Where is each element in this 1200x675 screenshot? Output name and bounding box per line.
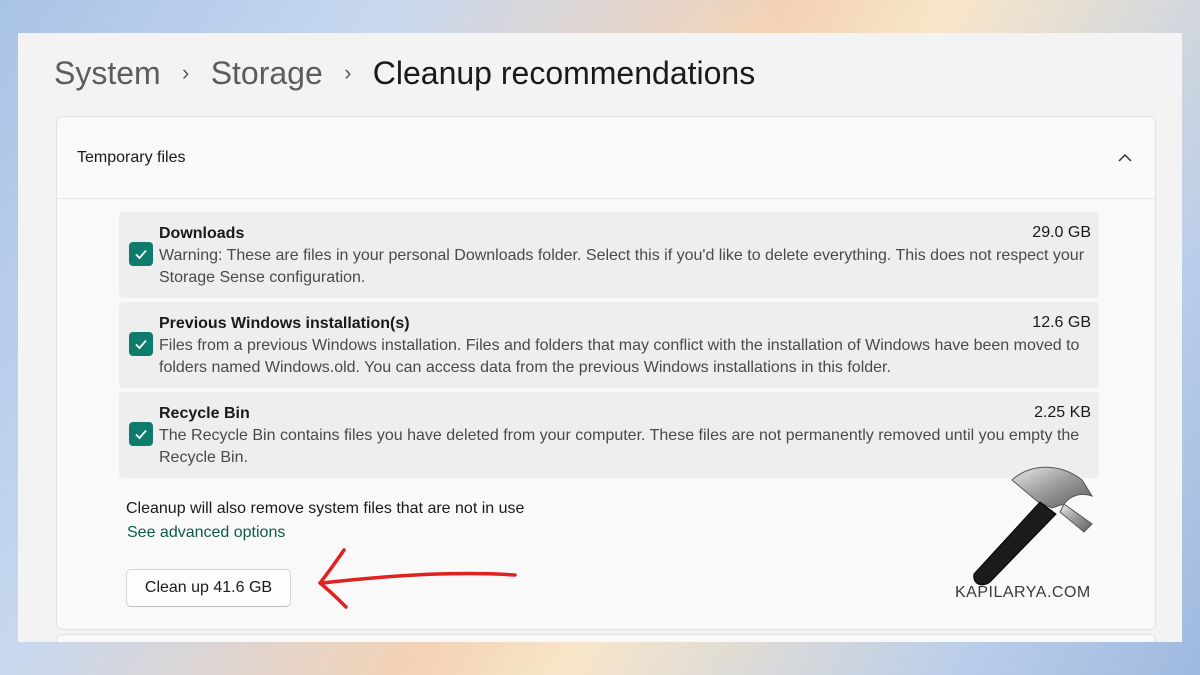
breadcrumb: System › Storage › Cleanup recommendatio… [54, 53, 755, 93]
breadcrumb-system[interactable]: System [54, 55, 161, 92]
checkmark-icon [135, 249, 147, 260]
chevron-right-icon: › [344, 60, 352, 85]
item-size: 29.0 GB [1032, 224, 1091, 241]
list-item-previous-windows[interactable]: Previous Windows installation(s) 12.6 GB… [119, 302, 1099, 388]
item-description: Warning: These are files in your persona… [159, 247, 1085, 286]
item-title: Downloads [159, 225, 245, 242]
item-description: The Recycle Bin contains files you have … [159, 427, 1080, 466]
item-size: 2.25 KB [1034, 404, 1091, 421]
section-title: Temporary files [77, 148, 186, 166]
list-item-downloads[interactable]: Downloads 29.0 GB Warning: These are fil… [119, 212, 1099, 298]
checkmark-icon [135, 339, 147, 350]
red-arrow-annotation [318, 548, 517, 609]
advanced-options-link[interactable]: See advanced options [127, 524, 285, 542]
hammer-logo-icon [973, 466, 1094, 586]
watermark-text: KAPILARYA.COM [955, 584, 1091, 601]
checkmark-icon [135, 429, 147, 440]
item-description: Files from a previous Windows installati… [159, 337, 1080, 376]
page-title: Cleanup recommendations [372, 54, 756, 91]
recycle-bin-checkbox[interactable] [129, 422, 153, 446]
temporary-files-header[interactable]: Temporary files [57, 117, 1155, 199]
system-files-note: Cleanup will also remove system files th… [126, 500, 525, 517]
clean-up-button[interactable]: Clean up 41.6 GB [126, 569, 291, 607]
next-section-card [56, 634, 1156, 642]
item-title: Recycle Bin [159, 405, 250, 422]
chevron-right-icon: › [182, 60, 190, 85]
breadcrumb-storage[interactable]: Storage [211, 55, 323, 92]
item-title: Previous Windows installation(s) [159, 315, 410, 332]
previous-windows-checkbox[interactable] [129, 332, 153, 356]
item-size: 12.6 GB [1032, 314, 1091, 331]
chevron-up-icon[interactable] [1115, 148, 1135, 168]
cleanup-item-list: Downloads 29.0 GB Warning: These are fil… [119, 212, 1099, 482]
downloads-checkbox[interactable] [129, 242, 153, 266]
